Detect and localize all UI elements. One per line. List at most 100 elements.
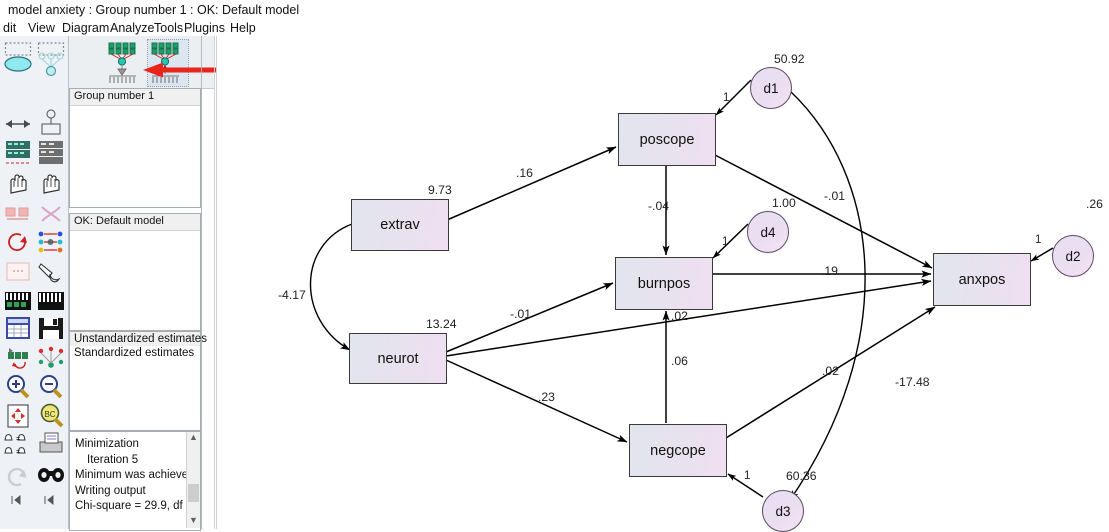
analysis-properties-icon[interactable] [36,288,66,316]
menu-item-diagram[interactable]: Diagram [62,21,109,35]
double-arrow-tool-icon[interactable] [3,110,33,138]
window-title: model anxiety : Group number 1 : OK: Def… [8,3,300,17]
estimate-label-negcope-anxpos: .02 [822,364,839,378]
model-pane: OK: Default model [69,213,201,331]
estimate-label-negcope-burnpos: .02 [671,309,688,323]
menu-item-help[interactable]: Help [230,21,256,35]
node-label-d2: d2 [1065,248,1081,264]
estimate-label-d3-negcope: 1 [744,470,750,482]
model-pane-header[interactable]: OK: Default model [70,214,200,231]
edge-d1-d3-covariance[interactable] [779,80,866,501]
menu-item-plugins[interactable]: Plugins [184,21,225,35]
node-anxpos[interactable]: anxpos [933,253,1031,306]
svg-text:=: = [16,449,20,456]
list-variables-dataset-icon[interactable] [3,140,33,168]
node-label-extrav: extrav [380,217,420,233]
node-label-burnpos: burnpos [637,275,691,292]
rotate-indicators-icon[interactable] [3,228,33,256]
svg-text:BC: BC [44,410,55,419]
menu-bar: dit View Diagram Analyze Tools Plugins H… [0,21,1109,36]
variance-label-neurot: 13.24 [426,317,457,331]
resize-to-page-icon[interactable] [3,402,33,430]
zoom-in-icon[interactable] [3,373,33,401]
edge-neurot-negcope[interactable] [445,359,628,443]
select-data-file-icon[interactable] [3,288,33,316]
tool-palette: BC = = [0,36,69,529]
messages-scrollbar[interactable]: ▲ ▼ [186,432,200,528]
pane-splitter[interactable] [201,36,202,529]
scroll-up-icon[interactable]: ▲ [187,432,200,445]
menu-item-view[interactable]: View [28,21,55,35]
analysis-toolbar [69,36,215,89]
estimates-item-standardized[interactable]: Standardized estimates [70,346,200,360]
ellipse-tool-icon[interactable] [3,50,33,78]
estimate-label-d2-anxpos: 1 [1035,234,1041,246]
object-properties-icon[interactable] [3,345,33,373]
touch-up-variable-icon[interactable] [36,258,66,286]
estimates-pane: Unstandardized estimates Standardized es… [69,331,207,431]
estimate-label-d1-d3-cov: -17.48 [895,375,930,389]
node-extrav[interactable]: extrav [351,199,449,251]
title-bar: model anxiety : Group number 1 : OK: Def… [0,0,1109,21]
message-line-minimum: Minimum was achieved [75,469,195,482]
page-next-right-icon[interactable] [36,486,66,514]
move-parameter-icon[interactable] [3,258,33,286]
path-diagram-canvas[interactable]: 9.73 13.24 50.92 1.00 .26 60.36 .16 -.04… [217,36,1109,532]
magnify-bc-icon[interactable]: BC [36,402,66,430]
estimate-label-burnpos-anxpos: .19 [821,264,838,278]
variance-label-d2: .26 [1086,197,1103,211]
estimate-label-neurot-negcope: .23 [538,390,555,404]
svg-text:=: = [16,436,20,443]
multiple-group-analysis-icon[interactable]: = = [3,430,33,458]
estimates-item-unstandardized[interactable]: Unstandardized estimates [70,332,207,346]
edge-extrav-neurot-covariance[interactable] [309,217,363,351]
duplicate-objects-icon[interactable] [36,170,66,198]
menu-item-tools[interactable]: Tools [154,21,183,35]
edge-d1-poscope[interactable] [715,79,752,116]
view-text-output-icon[interactable] [3,315,33,343]
page-next-left-icon[interactable] [3,486,33,514]
pane-splitter-secondary [214,36,215,529]
estimate-label-poscope-burnpos: -.04 [648,199,669,213]
drag-properties-icon[interactable] [36,345,66,373]
menu-item-edit[interactable]: dit [3,21,16,35]
save-diagram-icon[interactable] [36,315,66,343]
estimate-label-poscope-anxpos: -.01 [824,189,845,203]
edge-extrav-poscope[interactable] [446,146,617,221]
variance-label-d4: 1.00 [772,196,796,210]
model-pane-body[interactable] [70,231,200,330]
list-variables-model-icon[interactable] [36,140,66,168]
latent-with-indicators-icon[interactable] [36,50,66,78]
group-pane-header[interactable]: Group number 1 [70,89,200,106]
zoom-out-icon[interactable] [36,373,66,401]
reflect-indicators-icon[interactable] [36,228,66,256]
undo-icon[interactable] [3,460,33,488]
calculate-estimates-button[interactable] [104,39,146,87]
edge-poscope-anxpos[interactable] [714,154,933,269]
erase-objects-icon[interactable] [3,200,33,228]
node-d2[interactable]: d2 [1052,235,1094,277]
search-icon[interactable] [36,460,66,488]
move-objects-icon[interactable] [3,170,33,198]
node-negcope[interactable]: negcope [629,424,727,477]
scroll-down-icon[interactable]: ▼ [187,515,200,528]
menu-item-analyze[interactable]: Analyze [110,21,154,35]
indicator-variable-tool-icon[interactable] [36,109,66,138]
group-pane-body[interactable] [70,106,200,207]
node-d1[interactable]: d1 [750,67,792,109]
messages-pane: Minimization Iteration 5 Minimum was ach… [69,431,201,531]
message-line-writing-output: Writing output [75,484,146,497]
shape-change-icon[interactable] [36,200,66,228]
edge-d2-anxpos[interactable] [1030,247,1054,262]
scrollbar-thumb[interactable] [188,484,199,502]
variance-label-d1: 50.92 [774,52,805,66]
edge-d4-burnpos[interactable] [712,223,749,259]
node-d4[interactable]: d4 [747,211,789,253]
view-output-path-diagram-button[interactable] [147,39,189,87]
print-icon[interactable] [36,430,66,458]
node-d3[interactable]: d3 [762,490,804,532]
node-burnpos[interactable]: burnpos [615,257,713,310]
variance-label-extrav: 9.73 [428,183,452,197]
node-poscope[interactable]: poscope [618,113,716,166]
node-neurot[interactable]: neurot [349,333,447,384]
